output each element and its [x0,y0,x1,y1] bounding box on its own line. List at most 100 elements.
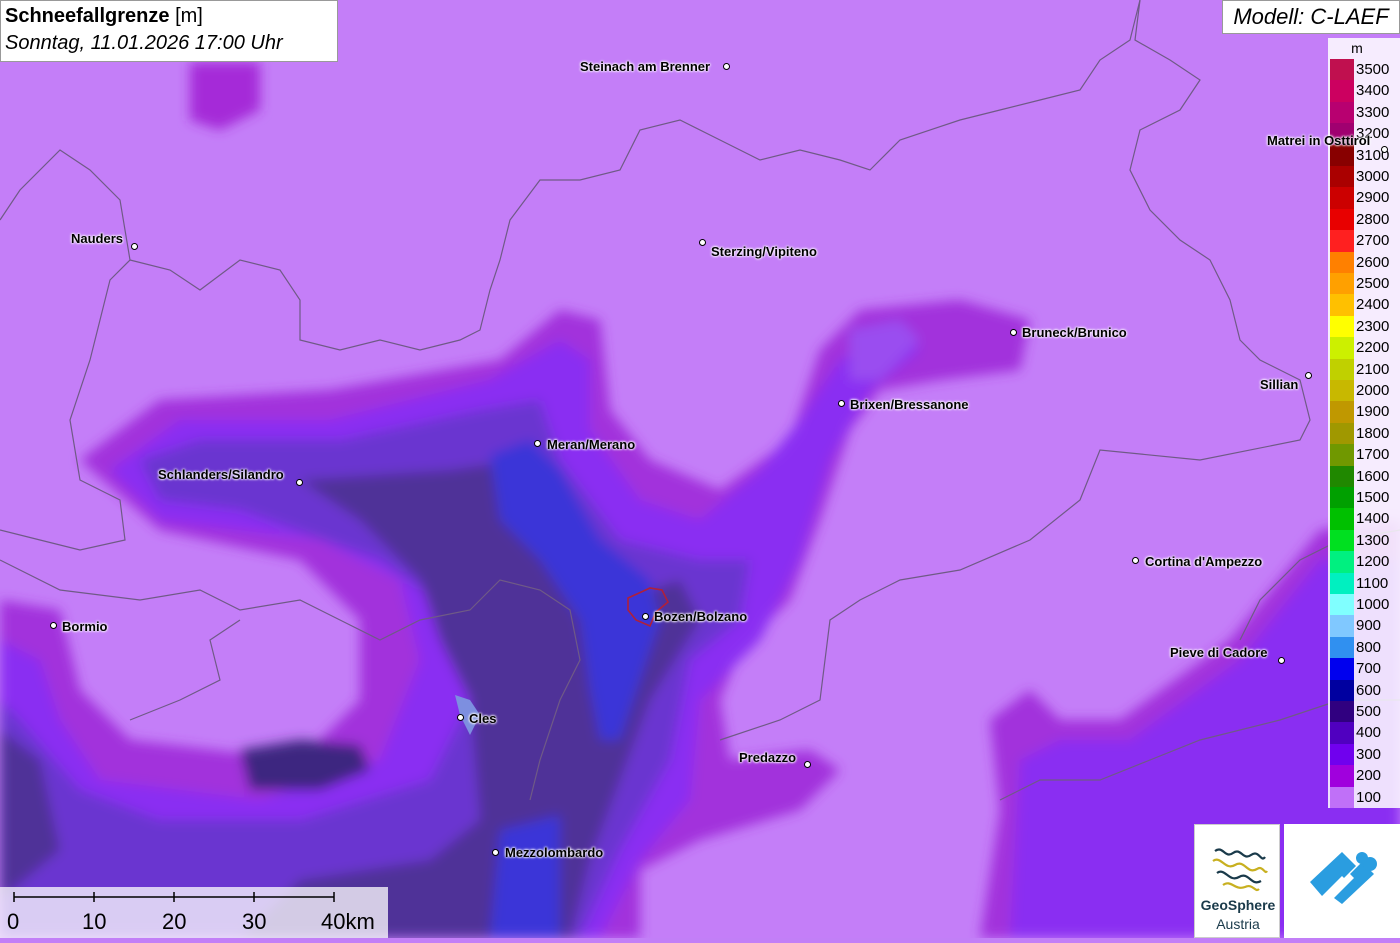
legend-swatch [1330,529,1354,552]
legend-label: 2300 [1356,317,1390,335]
legend-swatch [1330,380,1354,402]
scale-label-20: 20 [162,909,187,934]
city-dot [804,761,811,768]
city-dot [457,714,464,721]
city-dot [1132,557,1139,564]
legend-swatch [1330,273,1354,295]
legend-label: 1300 [1356,531,1390,549]
legend-label: 1500 [1356,489,1390,506]
legend-swatch [1330,658,1354,680]
legend-label: 3400 [1356,82,1390,100]
legend-swatch [1330,294,1354,316]
legend-label: 2500 [1356,275,1390,292]
legend-label: 1900 [1356,403,1390,421]
partner-logo[interactable] [1284,824,1400,938]
legend-label: 1400 [1356,510,1390,528]
city-label: Bozen/Bolzano [654,609,748,624]
legend-label: 2700 [1356,232,1390,250]
city-label: Bormio [62,619,108,634]
legend-swatch [1330,358,1354,380]
color-legend: m 3500 3400 3300 3200 3100 3000 2900 2800 2700 26… [1328,38,1400,808]
partner-logo-icon [1310,852,1377,904]
legend-swatch [1330,572,1354,594]
legend-swatch [1330,208,1354,231]
legend-swatch [1330,59,1354,81]
legend-label: 2200 [1356,339,1390,357]
legend-swatch [1330,701,1354,723]
city-label: Cles [469,711,497,726]
city-label: Sillian [1260,377,1299,392]
legend-swatch [1330,422,1354,445]
city-dot [838,400,845,407]
city-label: Steinach am Brenner [580,59,711,74]
city-dot [1278,657,1285,664]
legend-label: 400 [1356,724,1382,742]
legend-label: 800 [1356,638,1382,656]
legend-swatch [1330,251,1354,273]
logo-line1: GeoSphere [1200,897,1276,913]
legend-label: 1000 [1356,596,1390,613]
legend-swatch [1330,487,1354,509]
legend-swatch [1330,337,1354,359]
logo-line2: Austria [1216,916,1260,932]
city-label: Schlanders/Silandro [158,467,284,482]
city-dot [131,243,138,250]
city-label: Mezzolombardo [505,845,604,860]
legend-swatch [1330,765,1354,787]
scale-label-40: 40km [321,909,375,934]
legend-label: 2000 [1356,382,1390,399]
legend-label: 100 [1356,788,1382,806]
legend-label: 2400 [1356,296,1390,314]
city-label: Matrei in Osttirol [1267,133,1371,148]
legend-label: 1600 [1356,467,1390,485]
legend-swatch [1330,594,1354,616]
city-dot [1305,372,1312,379]
city-dot [699,239,706,246]
city-dot [50,622,57,629]
city-dot [642,613,649,620]
map-datetime: Sonntag, 11.01.2026 17:00 Uhr [5,32,283,54]
legend-label: 2900 [1356,189,1390,207]
legend-swatch [1330,615,1354,637]
legend-label: 300 [1356,745,1382,763]
legend-swatch [1330,166,1354,188]
legend-label: 2800 [1356,210,1390,228]
legend-swatch [1330,786,1354,808]
legend-label: 3300 [1356,103,1390,121]
legend-label: 700 [1356,660,1382,678]
legend-label: 3000 [1356,168,1390,185]
city-label: Bruneck/Brunico [1022,325,1127,340]
map-title: Schneefallgrenze [m] [5,3,333,29]
city-dot [723,63,730,70]
legend-label: 1200 [1356,553,1390,571]
legend-swatch [1330,508,1354,530]
city-label: Predazzo [739,750,797,765]
legend-swatch [1330,551,1354,573]
city-dot [1381,146,1388,153]
scale-label-0: 0 [7,909,20,934]
model-label: Modell: C-LAEF [1222,0,1400,34]
legend-label: 3500 [1356,61,1390,78]
legend-swatch [1330,187,1354,209]
legend-label: 2600 [1356,253,1390,271]
geosphere-icon [1212,848,1268,891]
map-title-text: Schneefallgrenze [5,5,170,27]
legend-swatch [1330,722,1354,744]
scale-label-30: 30 [242,909,267,934]
legend-swatch [1330,315,1354,338]
city-dot [1010,329,1017,336]
legend-swatch [1330,636,1354,659]
legend-label: 200 [1356,767,1382,785]
city-label: Sterzing/Vipiteno [711,244,817,259]
legend-swatch [1330,444,1354,466]
city-label: Cortina d'Ampezzo [1145,554,1263,569]
legend-swatch [1330,230,1354,252]
geosphere-logo[interactable]: GeoSphere Austria [1194,824,1280,938]
legend-label: 900 [1356,617,1382,635]
legend-label: 1700 [1356,446,1390,464]
city-label: Nauders [71,231,124,246]
legend-swatch [1330,743,1354,766]
legend-swatch [1330,465,1354,487]
map-title-unit: [m] [175,5,203,27]
legend-label: 2100 [1356,360,1390,378]
